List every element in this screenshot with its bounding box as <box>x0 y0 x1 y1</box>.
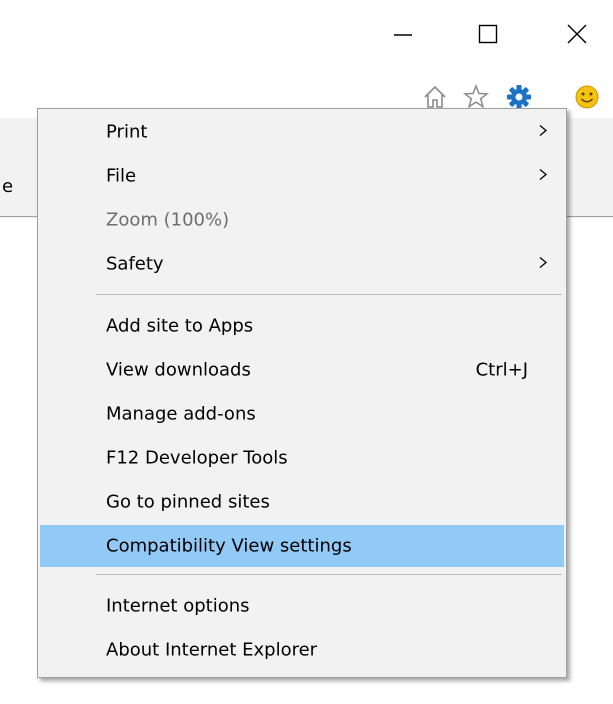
menu-item-view-downloads[interactable]: View downloads Ctrl+J <box>40 349 564 391</box>
menu-item-manage-add-ons[interactable]: Manage add-ons <box>40 393 564 435</box>
menu-item-label: Safety <box>106 253 164 275</box>
menu-item-label: Print <box>106 121 148 143</box>
menu-item-label: Manage add-ons <box>106 403 256 425</box>
chevron-right-icon <box>538 254 548 275</box>
maximize-button[interactable] <box>463 14 513 54</box>
menu-item-safety[interactable]: Safety <box>40 243 564 285</box>
menu-item-internet-options[interactable]: Internet options <box>40 585 564 627</box>
menu-separator <box>96 574 562 575</box>
menu-item-label: About Internet Explorer <box>106 639 318 661</box>
menu-item-label: Internet options <box>106 595 250 617</box>
feedback-smiley-icon <box>575 85 599 109</box>
menu-item-label: Go to pinned sites <box>106 491 270 513</box>
tools-gear-icon <box>507 85 531 109</box>
minimize-button[interactable] <box>378 14 428 54</box>
menu-item-compatibility-view-settings[interactable]: Compatibility View settings <box>40 525 564 567</box>
menu-item-add-site-to-apps[interactable]: Add site to Apps <box>40 305 564 347</box>
close-icon <box>567 24 587 44</box>
minimize-icon <box>394 34 412 36</box>
favorites-star-icon <box>462 83 490 109</box>
menu-item-about-internet-explorer[interactable]: About Internet Explorer <box>40 629 564 671</box>
close-button[interactable] <box>552 14 602 54</box>
menu-item-label: File <box>106 165 137 187</box>
menu-item-label: Add site to Apps <box>106 315 254 337</box>
menu-item-zoom: Zoom (100%) <box>40 199 564 241</box>
menu-item-shortcut: Ctrl+J <box>475 359 528 381</box>
maximize-icon <box>478 24 498 44</box>
menu-item-pinned-sites[interactable]: Go to pinned sites <box>40 481 564 523</box>
home-icon <box>424 85 446 108</box>
menu-item-developer-tools[interactable]: F12 Developer Tools <box>40 437 564 479</box>
menu-item-print[interactable]: Print <box>40 111 564 153</box>
tools-menu: Print File Zoom (100%) Safety Add site t… <box>37 108 567 678</box>
chevron-right-icon <box>538 166 548 187</box>
menu-item-label: F12 Developer Tools <box>106 447 288 469</box>
chevron-right-icon <box>538 122 548 143</box>
background-partial-text: e <box>2 176 14 197</box>
menu-item-label: Compatibility View settings <box>106 535 352 557</box>
browser-window: e Print File Zoom (100%) Safety Add site… <box>0 0 613 704</box>
menu-item-file[interactable]: File <box>40 155 564 197</box>
menu-item-label: View downloads <box>106 359 251 381</box>
menu-separator <box>96 294 562 295</box>
menu-item-label: Zoom (100%) <box>106 209 230 231</box>
feedback-button[interactable] <box>570 80 604 114</box>
